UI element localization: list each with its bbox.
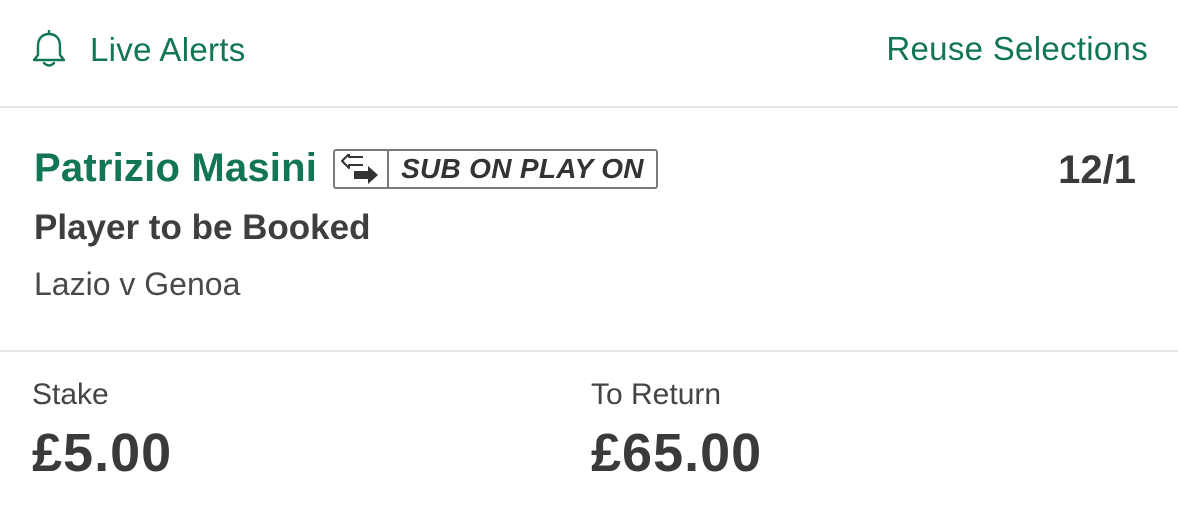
stake-value: £5.00 xyxy=(32,423,173,483)
stake-label: Stake xyxy=(32,378,109,411)
substitution-arrows-icon xyxy=(335,150,390,187)
to-return-field: To Return £65.00 xyxy=(591,378,762,484)
sub-on-play-on-badge: SUB ON PLAY ON xyxy=(333,148,658,189)
reuse-selections-button[interactable]: Reuse Selections xyxy=(886,30,1148,68)
live-alerts-button[interactable]: Live Alerts xyxy=(30,29,246,70)
to-return-value: £65.00 xyxy=(591,423,763,483)
bell-icon xyxy=(30,29,68,70)
selection-market: Player to be Booked xyxy=(34,208,371,247)
bet-selection: Patrizio Masini SUB ON PLAY ON 12/1 Play… xyxy=(0,108,1178,352)
selection-title-row: Patrizio Masini SUB ON PLAY ON xyxy=(34,146,658,191)
to-return-label: To Return xyxy=(591,378,722,411)
live-alerts-label: Live Alerts xyxy=(90,31,246,68)
stake-section: Stake £5.00 To Return £65.00 xyxy=(0,352,1178,509)
sub-badge-label: SUB ON PLAY ON xyxy=(401,152,644,184)
selection-odds: 12/1 xyxy=(1058,148,1136,192)
stake-field[interactable]: Stake £5.00 xyxy=(32,378,172,484)
selection-name: Patrizio Masini xyxy=(34,146,318,190)
selection-event: Lazio v Genoa xyxy=(34,266,241,302)
bet-slip-header: Live Alerts Reuse Selections xyxy=(0,0,1178,108)
